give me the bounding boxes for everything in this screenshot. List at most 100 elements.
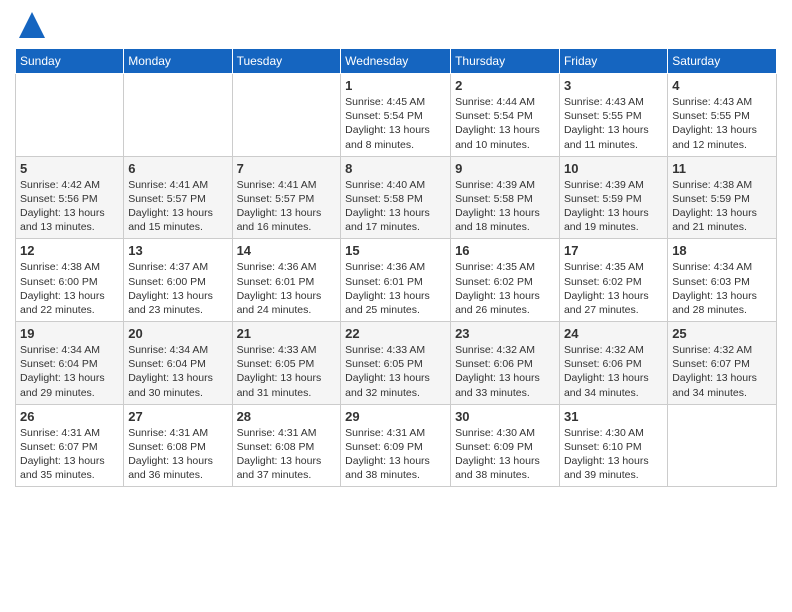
col-monday: Monday <box>124 49 232 74</box>
day-info: Sunrise: 4:41 AM Sunset: 5:57 PM Dayligh… <box>128 178 227 235</box>
day-number: 22 <box>345 326 446 341</box>
table-row: 24Sunrise: 4:32 AM Sunset: 6:06 PM Dayli… <box>559 322 667 405</box>
table-row: 17Sunrise: 4:35 AM Sunset: 6:02 PM Dayli… <box>559 239 667 322</box>
table-row: 2 Sunrise: 4:44 AM Sunset: 5:54 PM Daylig… <box>451 74 560 157</box>
table-row: 1 Sunrise: 4:45 AM Sunset: 5:54 PM Daylig… <box>341 74 451 157</box>
day-number: 19 <box>20 326 119 341</box>
header <box>15 10 777 40</box>
calendar-week-row: 19 Sunrise: 4:34 AM Sunset: 6:04 PM Dayli… <box>16 322 777 405</box>
day-number: 4 <box>672 78 772 93</box>
table-row <box>232 74 341 157</box>
day-info: Sunrise: 4:32 AM Sunset: 6:07 PM Dayligh… <box>672 343 772 400</box>
table-row: 12 Sunrise: 4:38 AM Sunset: 6:00 PM Dayli… <box>16 239 124 322</box>
day-info: Sunrise: 4:34 AM Sunset: 6:04 PM Dayligh… <box>128 343 227 400</box>
calendar-week-row: 5 Sunrise: 4:42 AM Sunset: 5:56 PM Daylig… <box>16 156 777 239</box>
col-sunday: Sunday <box>16 49 124 74</box>
day-info: Sunrise: 4:38 AM Sunset: 6:00 PM Dayligh… <box>20 260 119 317</box>
table-row: 15 Sunrise: 4:36 AM Sunset: 6:01 PM Dayli… <box>341 239 451 322</box>
table-row: 28 Sunrise: 4:31 AM Sunset: 6:08 PM Dayli… <box>232 404 341 487</box>
day-number: 1 <box>345 78 446 93</box>
table-row: 21 Sunrise: 4:33 AM Sunset: 6:05 PM Dayli… <box>232 322 341 405</box>
day-info: Sunrise: 4:36 AM Sunset: 6:01 PM Dayligh… <box>345 260 446 317</box>
day-number: 18 <box>672 243 772 258</box>
table-row: 8Sunrise: 4:40 AM Sunset: 5:58 PM Daylig… <box>341 156 451 239</box>
table-row <box>668 404 777 487</box>
table-row: 6 Sunrise: 4:41 AM Sunset: 5:57 PM Daylig… <box>124 156 232 239</box>
table-row: 9 Sunrise: 4:39 AM Sunset: 5:58 PM Daylig… <box>451 156 560 239</box>
table-row: 4Sunrise: 4:43 AM Sunset: 5:55 PM Daylig… <box>668 74 777 157</box>
day-number: 10 <box>564 161 663 176</box>
table-row <box>16 74 124 157</box>
table-row: 14 Sunrise: 4:36 AM Sunset: 6:01 PM Dayli… <box>232 239 341 322</box>
day-number: 9 <box>455 161 555 176</box>
day-number: 21 <box>237 326 337 341</box>
day-number: 11 <box>672 161 772 176</box>
day-info: Sunrise: 4:31 AM Sunset: 6:07 PM Dayligh… <box>20 426 119 483</box>
day-info: Sunrise: 4:41 AM Sunset: 5:57 PM Dayligh… <box>237 178 337 235</box>
day-number: 6 <box>128 161 227 176</box>
table-row: 20 Sunrise: 4:34 AM Sunset: 6:04 PM Dayli… <box>124 322 232 405</box>
logo <box>15 10 47 40</box>
day-info: Sunrise: 4:33 AM Sunset: 6:05 PM Dayligh… <box>237 343 337 400</box>
day-number: 17 <box>564 243 663 258</box>
day-info: Sunrise: 4:31 AM Sunset: 6:08 PM Dayligh… <box>237 426 337 483</box>
calendar-header-row: Sunday Monday Tuesday Wednesday Thursday… <box>16 49 777 74</box>
table-row: 5 Sunrise: 4:42 AM Sunset: 5:56 PM Daylig… <box>16 156 124 239</box>
day-info: Sunrise: 4:32 AM Sunset: 6:06 PM Dayligh… <box>455 343 555 400</box>
day-number: 12 <box>20 243 119 258</box>
day-number: 2 <box>455 78 555 93</box>
day-info: Sunrise: 4:35 AM Sunset: 6:02 PM Dayligh… <box>455 260 555 317</box>
day-info: Sunrise: 4:38 AM Sunset: 5:59 PM Dayligh… <box>672 178 772 235</box>
calendar-week-row: 12 Sunrise: 4:38 AM Sunset: 6:00 PM Dayli… <box>16 239 777 322</box>
day-number: 20 <box>128 326 227 341</box>
table-row: 18 Sunrise: 4:34 AM Sunset: 6:03 PM Dayli… <box>668 239 777 322</box>
day-number: 27 <box>128 409 227 424</box>
day-info: Sunrise: 4:31 AM Sunset: 6:08 PM Dayligh… <box>128 426 227 483</box>
page-container: Sunday Monday Tuesday Wednesday Thursday… <box>0 0 792 497</box>
table-row: 11 Sunrise: 4:38 AM Sunset: 5:59 PM Dayli… <box>668 156 777 239</box>
day-info: Sunrise: 4:34 AM Sunset: 6:03 PM Dayligh… <box>672 260 772 317</box>
day-number: 29 <box>345 409 446 424</box>
table-row: 10 Sunrise: 4:39 AM Sunset: 5:59 PM Dayli… <box>559 156 667 239</box>
day-number: 7 <box>237 161 337 176</box>
table-row: 26Sunrise: 4:31 AM Sunset: 6:07 PM Dayli… <box>16 404 124 487</box>
table-row: 13Sunrise: 4:37 AM Sunset: 6:00 PM Dayli… <box>124 239 232 322</box>
calendar-week-row: 1 Sunrise: 4:45 AM Sunset: 5:54 PM Daylig… <box>16 74 777 157</box>
day-info: Sunrise: 4:37 AM Sunset: 6:00 PM Dayligh… <box>128 260 227 317</box>
day-info: Sunrise: 4:30 AM Sunset: 6:09 PM Dayligh… <box>455 426 555 483</box>
col-thursday: Thursday <box>451 49 560 74</box>
col-friday: Friday <box>559 49 667 74</box>
day-info: Sunrise: 4:39 AM Sunset: 5:59 PM Dayligh… <box>564 178 663 235</box>
day-number: 28 <box>237 409 337 424</box>
col-wednesday: Wednesday <box>341 49 451 74</box>
day-number: 25 <box>672 326 772 341</box>
table-row: 25 Sunrise: 4:32 AM Sunset: 6:07 PM Dayli… <box>668 322 777 405</box>
day-number: 14 <box>237 243 337 258</box>
table-row: 16 Sunrise: 4:35 AM Sunset: 6:02 PM Dayli… <box>451 239 560 322</box>
day-info: Sunrise: 4:33 AM Sunset: 6:05 PM Dayligh… <box>345 343 446 400</box>
day-number: 15 <box>345 243 446 258</box>
day-number: 3 <box>564 78 663 93</box>
day-info: Sunrise: 4:42 AM Sunset: 5:56 PM Dayligh… <box>20 178 119 235</box>
day-info: Sunrise: 4:45 AM Sunset: 5:54 PM Dayligh… <box>345 95 446 152</box>
table-row: 27 Sunrise: 4:31 AM Sunset: 6:08 PM Dayli… <box>124 404 232 487</box>
day-number: 31 <box>564 409 663 424</box>
table-row: 3 Sunrise: 4:43 AM Sunset: 5:55 PM Daylig… <box>559 74 667 157</box>
day-info: Sunrise: 4:30 AM Sunset: 6:10 PM Dayligh… <box>564 426 663 483</box>
day-info: Sunrise: 4:43 AM Sunset: 5:55 PM Dayligh… <box>564 95 663 152</box>
day-info: Sunrise: 4:36 AM Sunset: 6:01 PM Dayligh… <box>237 260 337 317</box>
day-number: 16 <box>455 243 555 258</box>
day-info: Sunrise: 4:39 AM Sunset: 5:58 PM Dayligh… <box>455 178 555 235</box>
table-row: 22 Sunrise: 4:33 AM Sunset: 6:05 PM Dayli… <box>341 322 451 405</box>
table-row: 23Sunrise: 4:32 AM Sunset: 6:06 PM Dayli… <box>451 322 560 405</box>
calendar-week-row: 26Sunrise: 4:31 AM Sunset: 6:07 PM Dayli… <box>16 404 777 487</box>
day-number: 24 <box>564 326 663 341</box>
day-info: Sunrise: 4:34 AM Sunset: 6:04 PM Dayligh… <box>20 343 119 400</box>
day-info: Sunrise: 4:44 AM Sunset: 5:54 PM Dayligh… <box>455 95 555 152</box>
day-number: 5 <box>20 161 119 176</box>
day-info: Sunrise: 4:40 AM Sunset: 5:58 PM Dayligh… <box>345 178 446 235</box>
table-row: 19 Sunrise: 4:34 AM Sunset: 6:04 PM Dayli… <box>16 322 124 405</box>
table-row: 30Sunrise: 4:30 AM Sunset: 6:09 PM Dayli… <box>451 404 560 487</box>
col-saturday: Saturday <box>668 49 777 74</box>
col-tuesday: Tuesday <box>232 49 341 74</box>
